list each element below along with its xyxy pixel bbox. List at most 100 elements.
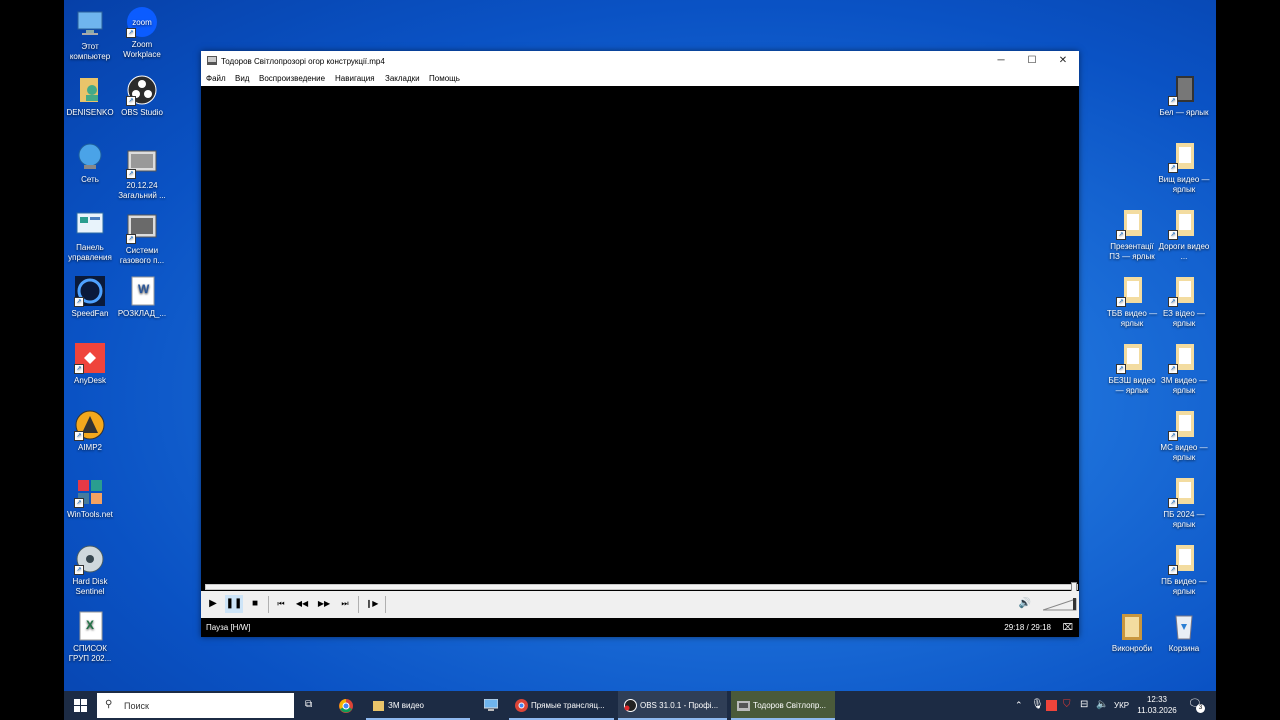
svg-text:W: W [138,282,150,296]
hard-disk-sentinel-desktop-icon[interactable]: ↗ Hard Disk Sentinel [64,543,118,597]
fast-forward-button[interactable]: ▶▶ [315,595,333,613]
folder-shortcut-icon: ↗ [1116,208,1148,240]
aimp2-desktop-icon[interactable]: ↗ AIMP2 [64,409,118,453]
chevron-up-icon[interactable]: ⌃ [1015,700,1023,711]
control-panel-desktop-icon[interactable]: Панель управления [64,209,118,263]
display-icon [484,699,498,711]
dorogy-video-shortcut-desktop-icon[interactable]: ↗ Дороги видео ... [1156,208,1212,262]
zm-video-shortcut-desktop-icon[interactable]: ↗ ЗМ видео — ярлык [1156,342,1212,396]
anydesk-desktop-icon[interactable]: ↗ AnyDesk [64,342,118,386]
this-pc-desktop-icon[interactable]: Этот компьютер [64,8,118,62]
obs-icon: ↗ [126,74,158,106]
desktop-icon-label: SpeedFan [71,309,109,318]
video-20-12-24-desktop-icon[interactable]: ↗ 20.12.24 Загальний ... [114,147,170,201]
tbv-video-shortcut-desktop-icon[interactable]: ↗ ТБВ видео — ярлык [1104,275,1160,329]
zoom-desktop-icon[interactable]: zoom ↗ Zoom Workplace [114,6,170,60]
rewind-icon: ◀◀ [295,599,309,608]
denisenko-desktop-icon[interactable]: DENISENKO [64,74,118,118]
wintools-desktop-icon[interactable]: ↗ WinTools.net [64,476,118,520]
clock[interactable]: 12:33 11.03.2026 [1136,694,1178,716]
volume-tray-icon[interactable]: 🔈 [1096,699,1108,710]
chrome-pinned-button[interactable] [335,691,357,720]
volume-slider[interactable] [1042,597,1077,611]
anydesk-icon: ↗ [74,342,106,374]
word-doc-icon: W [126,275,158,307]
mpc-icon [737,701,750,711]
search-box[interactable]: ⚲ Поиск [97,693,294,718]
vykonroby-desktop-icon[interactable]: Виконроби [1104,610,1160,654]
time-display[interactable]: 29:18 / 29:18 [1004,623,1051,632]
anydesk-tray-icon[interactable] [1046,700,1057,711]
desktop-icon-label: ПБ 2024 — ярлык [1163,510,1205,529]
seek-bar[interactable] [205,582,1078,593]
menu-favorites[interactable]: Закладки [385,74,420,83]
taskbar-item-explorer[interactable]: ЗМ видео [366,691,470,720]
network-tray-icon[interactable]: ⊟ [1080,699,1088,710]
bezsh-video-shortcut-desktop-icon[interactable]: ↗ БЕЗШ видео — ярлык [1104,342,1160,396]
folder-shortcut-icon: ↗ [1116,275,1148,307]
control-panel-icon [74,209,106,241]
maximize-button[interactable]: ☐ [1016,51,1048,71]
prezentatsii-pz-shortcut-desktop-icon[interactable]: ↗ Презентації ПЗ — ярлык [1104,208,1160,262]
pb-video-shortcut-desktop-icon[interactable]: ↗ ПБ видео — ярлык [1156,543,1212,597]
microphone-icon[interactable]: 🎙 [1031,699,1044,710]
playback-status: Пауза [H/W] [206,623,251,632]
chrome-icon [339,699,353,713]
folder-shortcut-icon: ↗ [1168,74,1200,106]
folder-icon [373,701,384,711]
frame-step-button[interactable]: ❙▶ [363,595,381,613]
spysok-grup-desktop-icon[interactable]: X СПИСОК ГРУП 202... [64,610,118,664]
maximize-icon: ☐ [1027,55,1037,66]
pause-icon: ❚❚ [225,598,243,609]
skip-back-icon: ⏮ [277,599,285,608]
speedfan-desktop-icon[interactable]: ↗ SpeedFan [64,275,118,319]
network-desktop-icon[interactable]: Сеть [64,141,118,185]
folder-shortcut-icon: ↗ [1116,342,1148,374]
pause-button[interactable]: ❚❚ [225,595,243,613]
video-area[interactable] [201,86,1079,629]
obs-desktop-icon[interactable]: ↗ OBS Studio [114,74,170,118]
taskbar-item-chrome[interactable]: Прямые трансляц... [509,691,614,720]
ms-video-shortcut-desktop-icon[interactable]: ↗ МС видео — ярлык [1156,409,1212,463]
excel-doc-icon: X [74,610,106,642]
menu-view[interactable]: Вид [235,74,249,83]
search-icon: ⚲ [105,699,113,710]
language-indicator[interactable]: УКР [1114,701,1129,710]
ez-video-shortcut-desktop-icon[interactable]: ↗ ЕЗ відео — ярлык [1156,275,1212,329]
gas-systems-desktop-icon[interactable]: ↗ Системи газового п... [114,212,170,266]
frame-step-icon: ❙▶ [365,599,379,608]
menu-file[interactable]: Файл [206,74,226,83]
taskbar-item-mpc[interactable]: Тодоров Світлопр... [731,691,835,720]
start-button[interactable] [64,691,96,720]
bel-shortcut-desktop-icon[interactable]: ↗ Бел — ярлык [1156,74,1212,118]
desktop-icon-label: Этот компьютер [69,42,111,61]
menu-playback[interactable]: Воспроизведение [259,74,325,83]
menu-navigate[interactable]: Навигация [335,74,375,83]
clock-time: 12:33 [1146,695,1168,704]
play-button[interactable]: ▶ [204,595,222,613]
taskbar-item-obs[interactable]: OBS 31.0.1 - Профі... [618,691,727,720]
media-player-window[interactable]: Тодоров Світлопрозорі огор конструкції.m… [201,51,1079,637]
wintools-icon: ↗ [74,476,106,508]
rewind-button[interactable]: ◀◀ [293,595,311,613]
task-view-button[interactable]: ⧉ [301,691,321,720]
menu-help[interactable]: Помощь [429,74,460,83]
windows-logo-icon [74,699,87,712]
monitor-pinned-button[interactable] [480,691,502,720]
this-pc-icon [74,8,106,40]
shield-icon[interactable]: ⛉ [1063,699,1071,710]
previous-button[interactable]: ⏮ [272,595,290,613]
rozklad-desktop-icon[interactable]: W РОЗКЛАД_... [114,275,170,319]
title-bar[interactable]: Тодоров Світлопрозорі огор конструкції.m… [201,51,1079,71]
next-button[interactable]: ⏭ [336,595,354,613]
minimize-button[interactable]: ─ [985,51,1017,71]
zoom-icon: zoom ↗ [126,6,158,38]
mute-button[interactable]: 🔊 [1016,595,1034,613]
notifications-button[interactable]: 🗨 3 [1188,697,1205,713]
stop-button[interactable]: ■ [246,595,264,613]
desktop-icon-label: 20.12.24 Загальний ... [118,181,166,200]
pb-2024-shortcut-desktop-icon[interactable]: ↗ ПБ 2024 — ярлык [1156,476,1212,530]
vyshch-video-shortcut-desktop-icon[interactable]: ↗ Вищ видео — ярлык [1156,141,1212,195]
recycle-bin-desktop-icon[interactable]: Корзина [1156,610,1212,654]
close-button[interactable]: ✕ [1047,51,1079,71]
